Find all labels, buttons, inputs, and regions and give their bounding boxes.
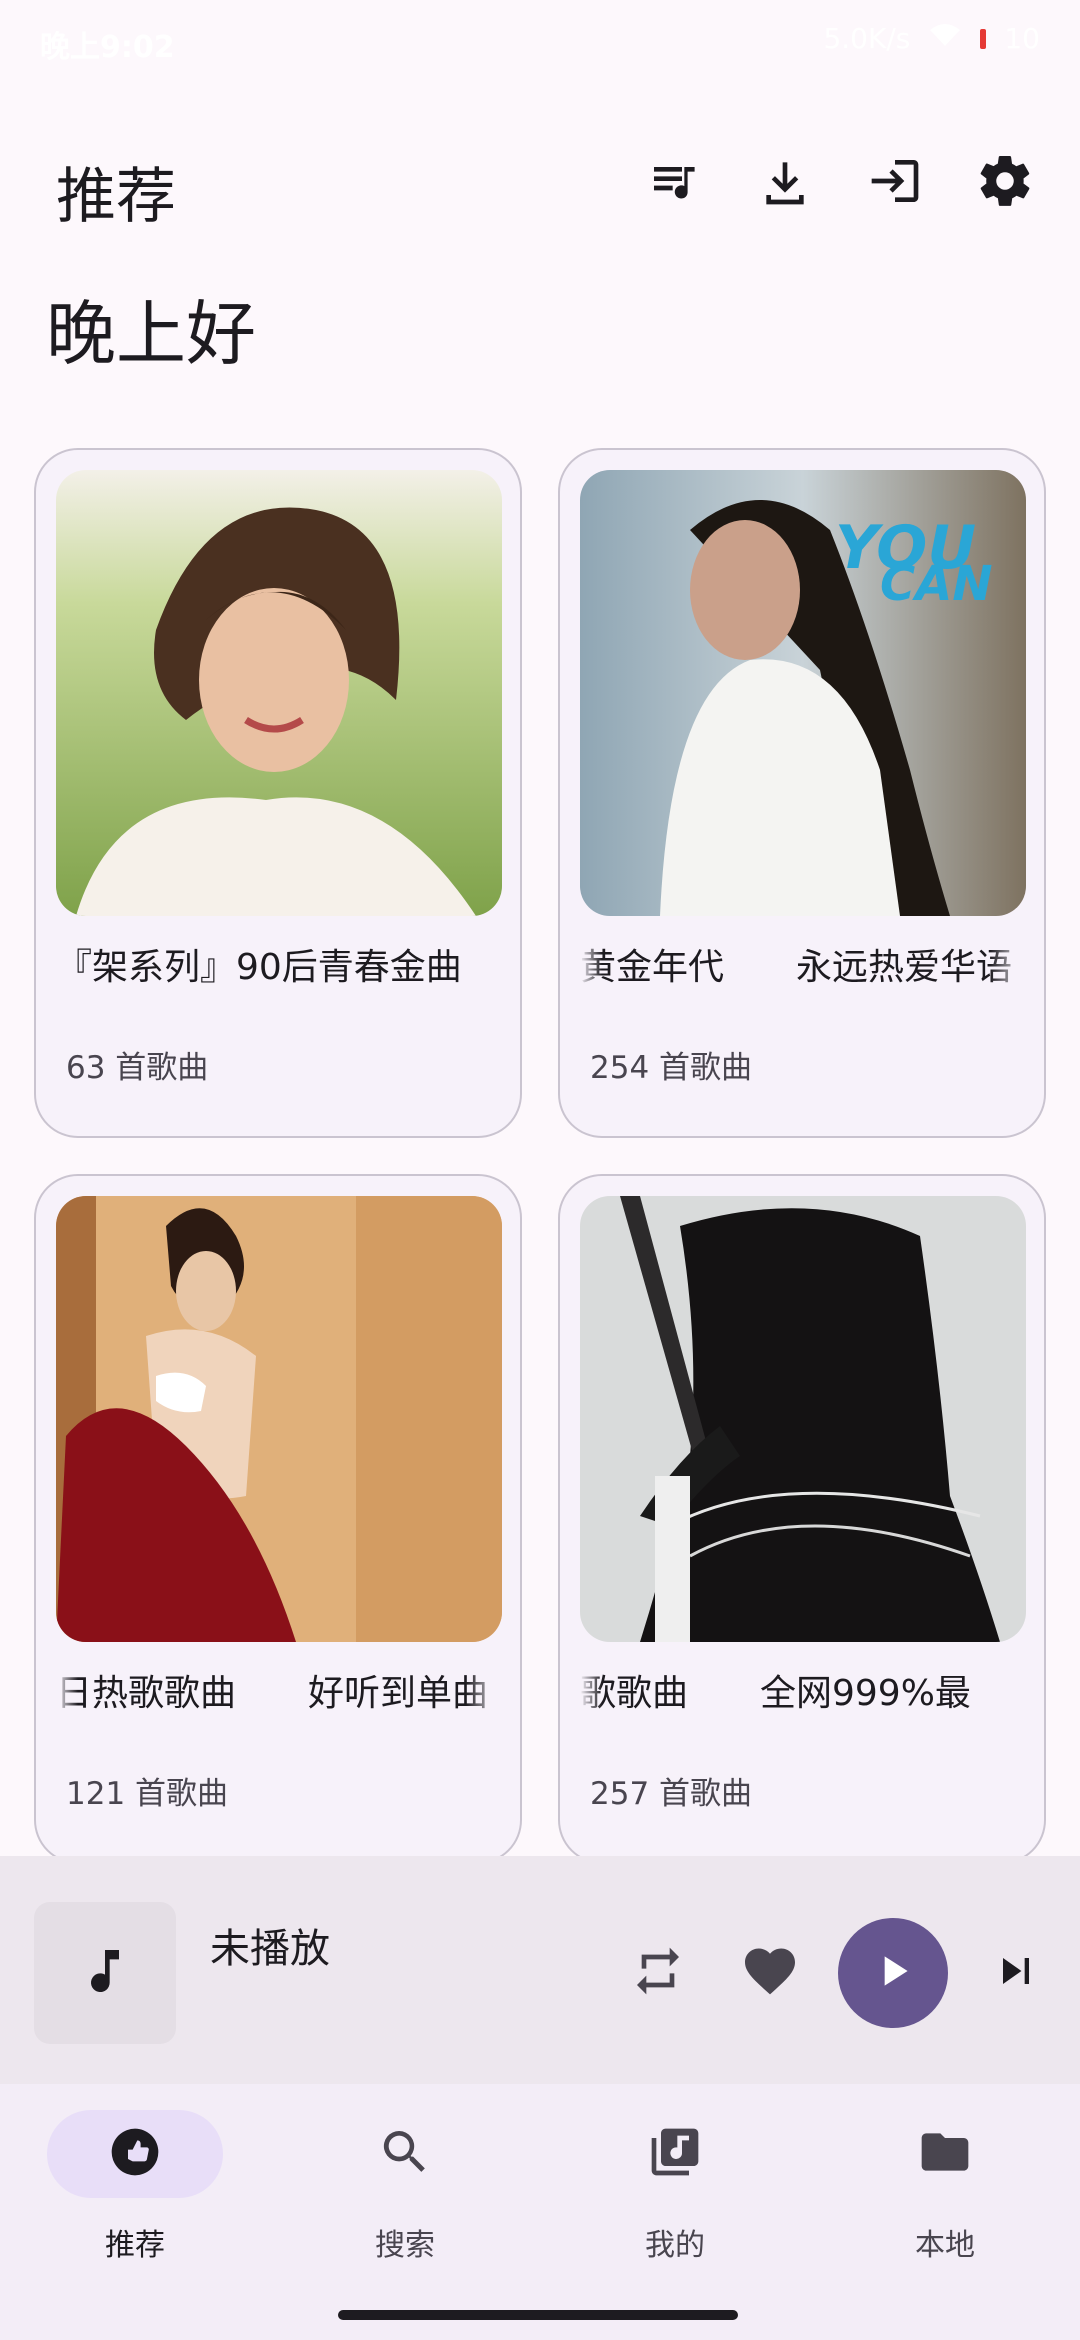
status-bar: 晚上9:02 5.0K/s 10 [0,0,1080,90]
app-bar-actions [640,148,1040,218]
mini-player[interactable]: 未播放 [0,1856,1080,2084]
playlist-card[interactable]: 歌歌曲 全网999%最 257 首歌曲 [558,1174,1046,1864]
app-bar: 推荐 [0,120,1080,250]
download-button[interactable] [750,148,820,218]
library-music-icon [647,2124,703,2184]
playlist-grid: 『架系列』90后青春金曲 63 首歌曲 YOU CAN 黄金年代 永远热爱华语 … [34,448,1046,1864]
heart-icon [740,1941,800,2005]
folder-icon [917,2124,973,2184]
player-controls [614,1918,1060,2028]
login-icon [867,153,923,213]
settings-button[interactable] [970,148,1040,218]
playlist-song-count: 121 首歌曲 [66,1776,229,1812]
login-button[interactable] [860,148,930,218]
nav-item-local[interactable]: 本地 [810,2110,1080,2264]
playlist-title: 歌歌曲 全网999%最 [580,1673,971,1714]
play-icon [868,1946,918,2000]
battery-level: 10 [1004,22,1040,55]
download-icon [757,153,813,213]
play-button[interactable] [838,1918,948,2028]
wifi-icon [928,22,962,55]
now-playing-title: 未播放 [210,1926,330,1972]
svg-text:CAN: CAN [880,556,993,612]
playlist-song-count: 63 首歌曲 [66,1050,209,1086]
bottom-navigation: 推荐 搜索 我的 本地 [0,2084,1080,2340]
nav-label: 我的 [645,2228,705,2263]
repeat-icon [630,1943,686,2003]
music-note-icon [77,1943,133,2003]
skip-next-button[interactable] [972,1929,1060,2017]
nav-indicator [857,2110,1033,2198]
status-time: 晚上9:02 [40,30,175,65]
skip-next-icon [990,1945,1042,2001]
playlist-cover [56,1196,502,1642]
playlist-title: 黄金年代 永远热爱华语 [580,947,1013,988]
nav-item-mine[interactable]: 我的 [540,2110,810,2264]
playlist-title: 日热歌歌曲 好听到单曲 [56,1673,489,1714]
nav-item-recommend[interactable]: 推荐 [0,2110,270,2264]
playlist-song-count: 257 首歌曲 [590,1776,753,1812]
thumb-up-icon [107,2124,163,2184]
playlist-title: 『架系列』90后青春金曲 [56,947,462,988]
nav-indicator [587,2110,763,2198]
playlist-card[interactable]: 『架系列』90后青春金曲 63 首歌曲 [34,448,522,1138]
nav-label: 本地 [915,2228,975,2263]
nav-item-search[interactable]: 搜索 [270,2110,540,2264]
network-speed: 5.0K/s [823,22,911,55]
playlist-cover [580,1196,1026,1642]
search-icon [377,2124,433,2184]
settings-icon [975,151,1035,215]
favorite-button[interactable] [726,1929,814,2017]
playlist-button[interactable] [640,148,710,218]
page-title: 推荐 [56,162,176,232]
status-icons: 5.0K/s 10 [823,22,1040,55]
playlist-card[interactable]: 日热歌歌曲 好听到单曲 121 首歌曲 [34,1174,522,1864]
greeting-heading: 晚上好 [46,293,256,375]
playlist-song-count: 254 首歌曲 [590,1050,753,1086]
playlist-cover [56,470,502,916]
album-art [34,1902,176,2044]
nav-indicator [47,2110,223,2198]
battery-low-indicator [980,28,987,49]
nav-label: 搜索 [375,2228,435,2263]
nav-label: 推荐 [105,2228,165,2263]
repeat-button[interactable] [614,1929,702,2017]
nav-indicator [317,2110,493,2198]
playlist-icon [647,153,703,213]
home-indicator[interactable] [338,2310,738,2320]
playlist-cover: YOU CAN [580,470,1026,916]
playlist-card[interactable]: YOU CAN 黄金年代 永远热爱华语 254 首歌曲 [558,448,1046,1138]
